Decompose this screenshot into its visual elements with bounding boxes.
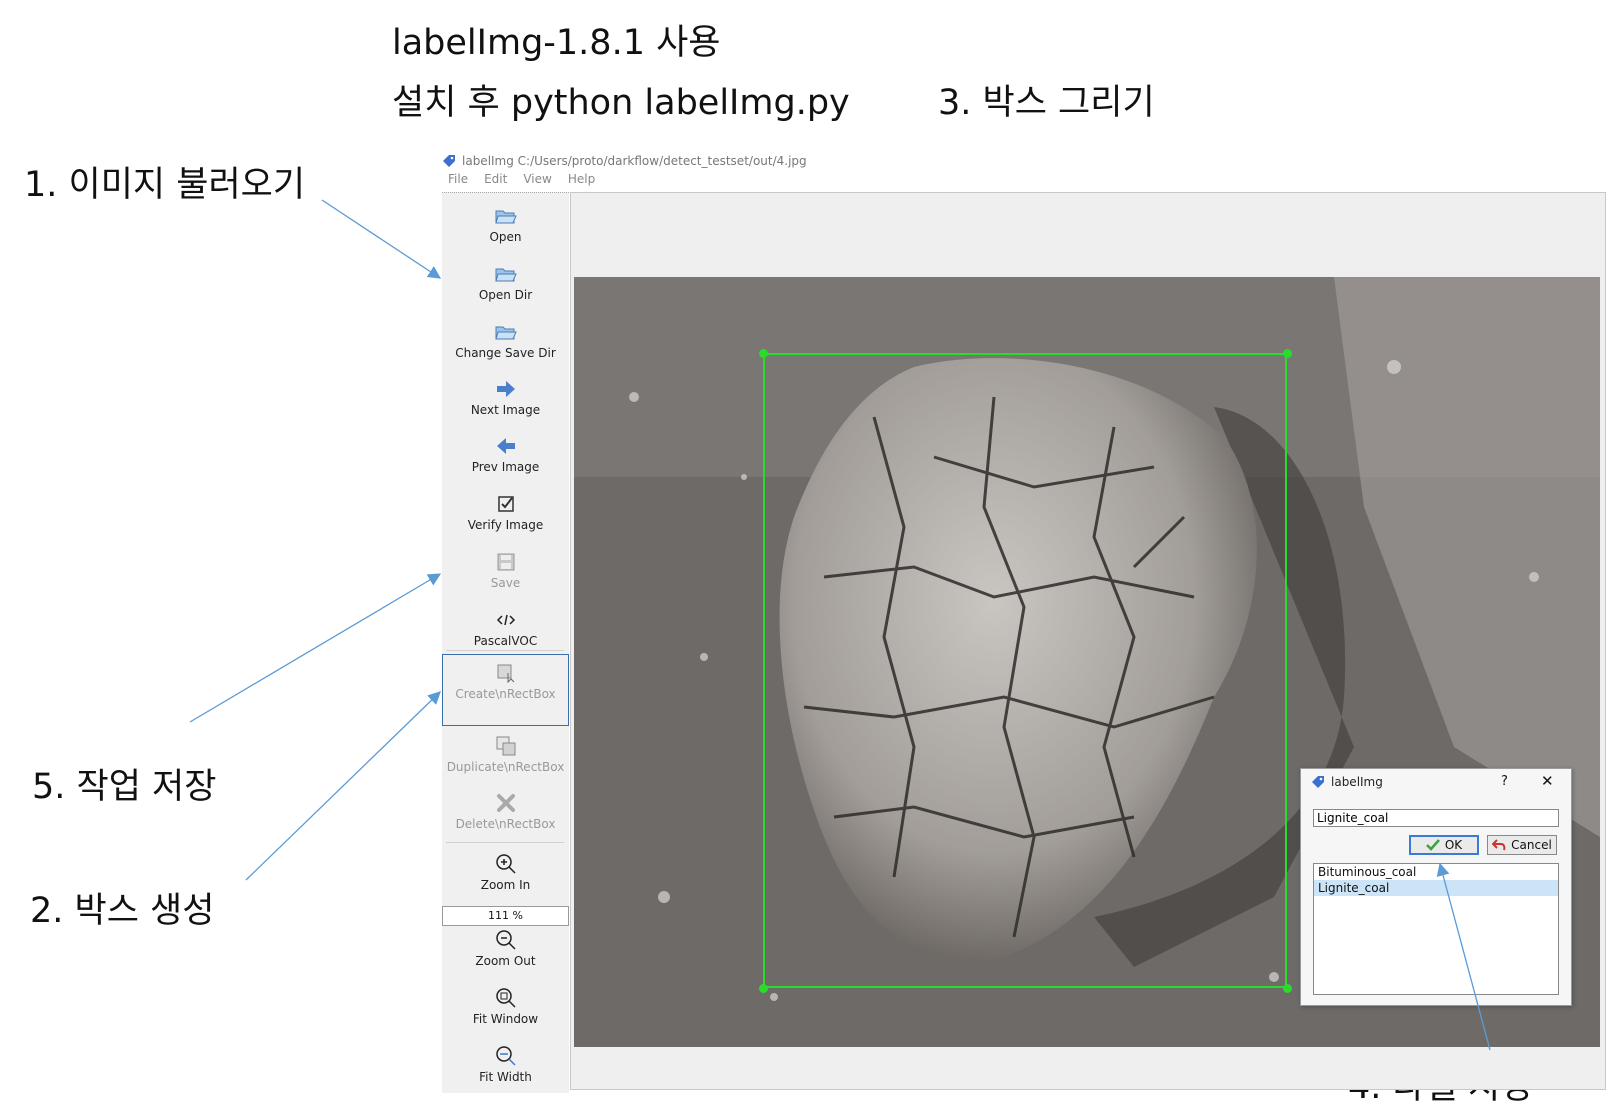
label-list: Bituminous_coal Lignite_coal (1313, 863, 1559, 995)
bbox-handle[interactable] (1283, 349, 1292, 358)
next-image-button[interactable]: Next Image (442, 371, 569, 427)
label-dialog: labelImg ? ✕ OK Cancel Bituminous_coal L… (1300, 768, 1572, 1006)
list-item[interactable]: Bituminous_coal (1314, 864, 1558, 880)
change-save-dir-label: Change Save Dir (455, 346, 556, 360)
open-label: Open (489, 230, 522, 244)
fit-width-label: Fit Width (479, 1070, 532, 1084)
create-rectbox-button[interactable]: Create\nRectBox (442, 654, 569, 726)
ok-button[interactable]: OK (1409, 835, 1479, 855)
folder-open-icon (494, 210, 517, 224)
zoom-in-label: Zoom In (480, 878, 531, 892)
bbox-handle[interactable] (759, 984, 768, 993)
close-button[interactable]: ✕ (1541, 772, 1554, 790)
duplicate-rectbox-label: Duplicate\nRectBox (446, 760, 565, 774)
menu-view[interactable]: View (523, 172, 551, 192)
code-icon (496, 614, 515, 626)
window-titlebar: labelImg C:/Users/proto/darkflow/detect_… (442, 150, 807, 172)
zoom-in-button[interactable]: Zoom In (442, 846, 569, 902)
header-line-2: 설치 후 python labelImg.py (392, 83, 850, 123)
next-image-label: Next Image (470, 403, 541, 417)
change-save-dir-button[interactable]: Change Save Dir (442, 314, 569, 370)
prev-image-button[interactable]: Prev Image (442, 428, 569, 484)
prev-image-label: Prev Image (471, 460, 540, 474)
menu-file[interactable]: File (448, 172, 468, 192)
menu-edit[interactable]: Edit (484, 172, 507, 192)
undo-arrow-icon (1492, 839, 1506, 851)
floppy-disk-icon (497, 553, 514, 571)
arrow-step-2 (245, 691, 441, 881)
step-1-label: 1. 이미지 불러오기 (24, 165, 306, 205)
cancel-button[interactable]: Cancel (1487, 835, 1557, 855)
dialog-titlebar: labelImg (1311, 775, 1383, 789)
toolbar-divider (446, 842, 564, 843)
menu-bar: File Edit View Help (448, 172, 595, 192)
verify-image-button[interactable]: Verify Image (442, 486, 569, 542)
help-button[interactable]: ? (1501, 774, 1508, 789)
arrow-step-1 (321, 199, 442, 279)
fit-width-icon (495, 1046, 516, 1066)
tag-icon (443, 155, 455, 167)
zoom-in-icon (495, 854, 516, 874)
tag-icon (1312, 776, 1324, 788)
arrow-left-icon (496, 438, 515, 454)
duplicate-rect-icon (496, 736, 515, 756)
step-2-label: 2. 박스 생성 (30, 891, 215, 931)
delete-rectbox-label: Delete\nRectBox (455, 817, 556, 831)
pascalvoc-label: PascalVOC (473, 634, 538, 648)
step-3-label: 3. 박스 그리기 (938, 83, 1155, 123)
checkmark-icon (1425, 839, 1440, 851)
zoom-out-label: Zoom Out (475, 954, 536, 968)
open-dir-button[interactable]: Open Dir (442, 256, 569, 312)
delete-rectbox-button[interactable]: Delete\nRectBox (442, 785, 569, 841)
arrow-right-icon (496, 381, 515, 397)
open-dir-label: Open Dir (478, 288, 533, 302)
bounding-box[interactable] (763, 353, 1287, 988)
bbox-handle[interactable] (759, 349, 768, 358)
bbox-handle[interactable] (1283, 984, 1292, 993)
fit-window-label: Fit Window (472, 1012, 539, 1026)
folder-open-icon (494, 268, 517, 282)
zoom-out-icon (495, 930, 516, 950)
fit-window-icon (495, 988, 516, 1008)
dialog-title: labelImg (1331, 775, 1383, 789)
delete-x-icon (496, 794, 515, 812)
checkbox-icon (497, 496, 514, 512)
zoom-out-button[interactable]: Zoom Out (442, 922, 569, 978)
window-title: labelImg C:/Users/proto/darkflow/detect_… (462, 154, 807, 168)
save-button[interactable]: Save (442, 544, 569, 600)
cancel-label: Cancel (1511, 838, 1552, 852)
open-button[interactable]: Open (442, 198, 569, 254)
header-line-1: labelImg-1.8.1 사용 (392, 23, 721, 63)
create-rectbox-label: Create\nRectBox (455, 687, 556, 701)
save-label: Save (490, 576, 521, 590)
label-input[interactable] (1313, 809, 1559, 827)
toolbar-divider (446, 650, 564, 651)
step-5-label: 5. 작업 저장 (32, 767, 217, 807)
duplicate-rectbox-button[interactable]: Duplicate\nRectBox (442, 728, 569, 784)
fit-window-button[interactable]: Fit Window (442, 980, 569, 1036)
create-rect-icon (497, 664, 514, 684)
ok-label: OK (1444, 838, 1463, 852)
menu-help[interactable]: Help (568, 172, 595, 192)
arrow-step-5 (189, 573, 442, 723)
folder-open-icon (494, 326, 517, 340)
list-item[interactable]: Lignite_coal (1314, 880, 1558, 896)
fit-width-button[interactable]: Fit Width (442, 1038, 569, 1092)
verify-image-label: Verify Image (467, 518, 544, 532)
